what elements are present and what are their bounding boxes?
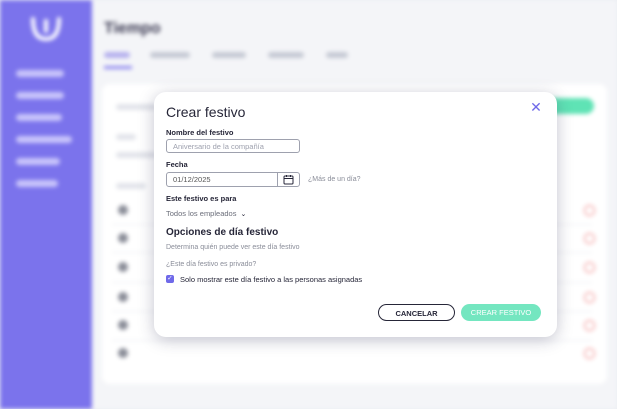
tab[interactable] <box>268 52 304 58</box>
delete-icon[interactable] <box>584 320 595 331</box>
app-logo-icon <box>31 17 61 42</box>
delete-icon[interactable] <box>584 262 595 273</box>
sidebar-item[interactable] <box>16 92 64 99</box>
private-question: ¿Este día festivo es privado? <box>166 261 257 268</box>
tab[interactable] <box>212 52 246 58</box>
holiday-name-label: Nombre del festivo <box>166 128 234 137</box>
close-icon[interactable]: ✕ <box>527 98 545 116</box>
date-input[interactable]: 01/12/2025 <box>166 172 300 187</box>
chevron-down-icon: ⌄ <box>240 211 247 218</box>
sidebar-item[interactable] <box>16 136 72 143</box>
create-holiday-modal: Crear festivo ✕ Nombre del festivo Fecha… <box>154 92 557 337</box>
multiple-days-link[interactable]: ¿Más de un día? <box>308 176 361 183</box>
row-divider <box>112 340 592 341</box>
sidebar-item[interactable] <box>16 158 60 165</box>
private-checkbox[interactable]: ✓ <box>166 275 174 283</box>
row-icon <box>118 262 128 272</box>
page-title: Tiempo <box>104 20 161 37</box>
date-label: Fecha <box>166 160 188 169</box>
date-value: 01/12/2025 <box>173 175 211 184</box>
sidebar <box>0 0 92 409</box>
holiday-for-select[interactable]: Todos los empleados ⌄ <box>166 209 246 218</box>
sidebar-item[interactable] <box>16 70 64 77</box>
row-icon <box>118 233 128 243</box>
placeholder-text <box>116 134 136 140</box>
holiday-for-value: Todos los empleados <box>166 209 237 218</box>
create-holiday-button[interactable]: CREAR FESTIVO <box>461 304 541 321</box>
holiday-options-title: Opciones de día festivo <box>166 227 279 238</box>
row-icon <box>118 320 128 330</box>
delete-icon[interactable] <box>584 205 595 216</box>
holiday-options-help: Determina quién puede ver este día festi… <box>166 244 300 251</box>
delete-icon[interactable] <box>584 233 595 244</box>
sidebar-item[interactable] <box>16 114 62 121</box>
tab[interactable] <box>104 52 130 58</box>
cancel-button[interactable]: CANCELAR <box>378 304 455 321</box>
delete-icon[interactable] <box>584 348 595 359</box>
row-icon <box>118 205 128 215</box>
modal-title: Crear festivo <box>166 104 246 120</box>
tab[interactable] <box>150 52 190 58</box>
row-icon <box>118 292 128 302</box>
active-tab-indicator <box>104 66 132 69</box>
placeholder-text <box>116 104 156 110</box>
tab[interactable] <box>326 52 348 58</box>
calendar-icon[interactable] <box>283 174 294 185</box>
sidebar-item[interactable] <box>16 180 58 187</box>
placeholder-text <box>116 183 146 189</box>
date-input-divider <box>277 173 278 186</box>
placeholder-text <box>116 152 156 158</box>
row-icon <box>118 348 128 358</box>
private-checkbox-label[interactable]: Solo mostrar este día festivo a las pers… <box>180 275 362 284</box>
holiday-for-label: Este festivo es para <box>166 194 237 203</box>
holiday-name-input[interactable] <box>166 139 300 153</box>
delete-icon[interactable] <box>584 292 595 303</box>
